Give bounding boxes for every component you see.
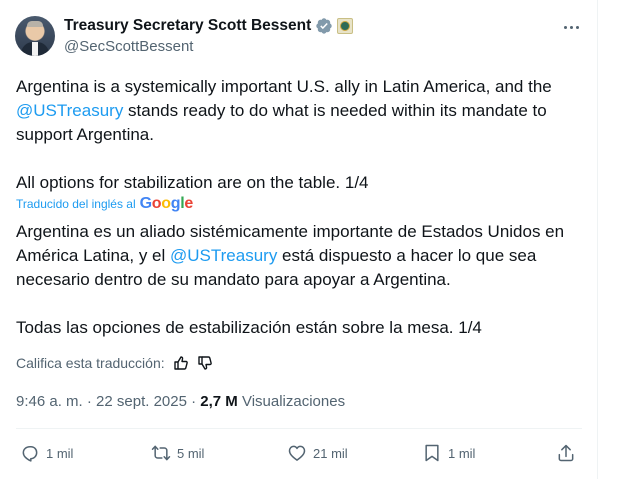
translation-label: Traducido del inglés al — [16, 197, 136, 211]
translated-text: América Latina, y el — [16, 246, 171, 265]
translated-text: necesario dentro de su mandato para apoy… — [16, 270, 451, 289]
original-text: Argentina is a systemically important U.… — [16, 77, 552, 96]
author-name[interactable]: Treasury Secretary Scott Bessent — [64, 17, 311, 35]
divider — [16, 428, 582, 429]
reply-button[interactable]: 1 mil — [20, 438, 73, 468]
translated-paragraph-2: Todas las opciones de estabilización est… — [16, 318, 482, 337]
thumbs-up-icon[interactable] — [173, 355, 189, 371]
avatar-hair — [27, 21, 43, 27]
bookmark-count: 1 mil — [448, 445, 476, 461]
rate-translation-label: Califica esta traducción: — [16, 355, 165, 371]
original-paragraph-2: All options for stabilization are on the… — [16, 173, 369, 192]
original-text: stands ready to do what is needed within… — [123, 101, 547, 120]
like-count: 21 mil — [313, 445, 348, 461]
translation-attribution: Traducido del inglés al Google — [16, 195, 193, 213]
bookmark-icon — [425, 444, 439, 462]
author-handle[interactable]: @SecScottBessent — [64, 38, 193, 55]
bookmark-button[interactable]: 1 mil — [422, 438, 475, 468]
views-label: Visualizaciones — [237, 393, 346, 410]
rate-translation: Califica esta traducción: — [16, 355, 213, 371]
timestamp[interactable]: 9:46 a. m. · 22 sept. 2025 · — [16, 393, 200, 410]
translated-paragraph-1: Argentina es un aliado sistémicamente im… — [16, 220, 591, 292]
repost-count: 5 mil — [177, 445, 205, 461]
repost-button[interactable]: 5 mil — [151, 438, 204, 468]
reply-icon — [22, 446, 38, 462]
share-button[interactable] — [556, 438, 582, 468]
tweet-card: Treasury Secretary Scott Bessent @SecSco… — [0, 0, 598, 479]
avatar[interactable] — [15, 16, 55, 56]
tweet-metadata: 9:46 a. m. · 22 sept. 2025 · 2,7 M Visua… — [16, 393, 345, 410]
more-icon[interactable] — [560, 18, 582, 36]
like-icon — [288, 445, 306, 461]
mention-link[interactable]: @USTreasury — [170, 246, 277, 265]
avatar-shirt — [32, 42, 38, 56]
original-text: support Argentina. — [16, 125, 154, 144]
translated-text: está dispuesto a hacer lo que sea — [277, 246, 537, 265]
repost-icon — [151, 445, 171, 461]
action-bar: 1 mil 5 mil 21 mil 1 mil — [16, 438, 582, 468]
thumbs-down-icon[interactable] — [197, 355, 213, 371]
mention-link[interactable]: @USTreasury — [16, 101, 123, 120]
google-logo: Google — [139, 195, 194, 212]
verified-badge-icon[interactable] — [315, 17, 333, 35]
translated-text: Argentina es un aliado sistémicamente im… — [16, 222, 565, 241]
views-count: 2,7 M — [200, 393, 238, 410]
author-row: Treasury Secretary Scott Bessent — [64, 16, 354, 36]
reply-count: 1 mil — [46, 445, 74, 461]
affiliate-seal-icon[interactable] — [337, 18, 354, 34]
original-paragraph-1: Argentina is a systemically important U.… — [16, 75, 591, 147]
like-button[interactable]: 21 mil — [287, 438, 348, 468]
share-icon — [558, 444, 574, 462]
